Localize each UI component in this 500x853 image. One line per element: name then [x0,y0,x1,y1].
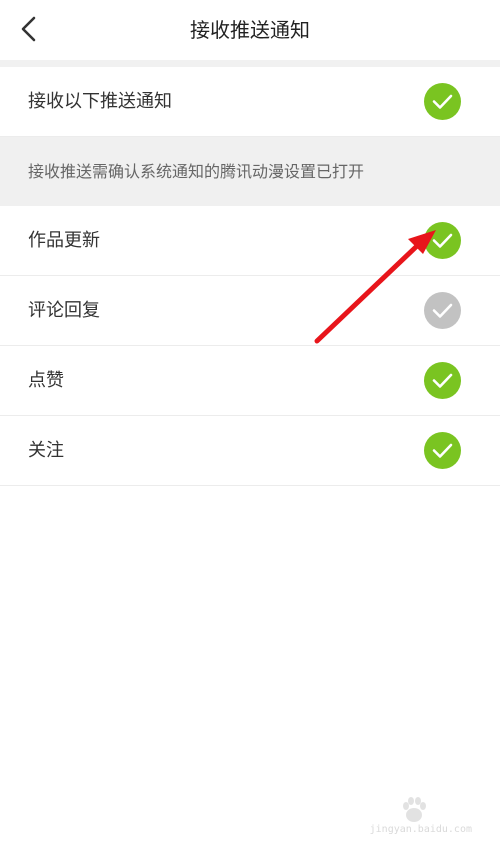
setting-row-likes[interactable]: 点赞 [0,346,500,416]
setting-label: 评论回复 [28,300,100,321]
notice-text: 接收推送需确认系统通知的腾讯动漫设置已打开 [28,162,365,181]
header-bar: 接收推送通知 [0,0,500,60]
check-icon[interactable] [424,362,461,399]
setting-row-follow[interactable]: 关注 [0,416,500,486]
master-toggle-label: 接收以下推送通知 [28,91,172,112]
check-icon[interactable] [424,432,461,469]
setting-label: 作品更新 [28,230,100,251]
check-icon[interactable] [424,292,461,329]
setting-row-works-update[interactable]: 作品更新 [0,206,500,276]
notice-banner: 接收推送需确认系统通知的腾讯动漫设置已打开 [0,137,500,206]
setting-row-comment-reply[interactable]: 评论回复 [0,276,500,346]
watermark-text: jingyan.baidu.com [369,824,472,835]
master-toggle-row[interactable]: 接收以下推送通知 [0,67,500,137]
setting-label: 关注 [28,440,64,461]
page-title: 接收推送通知 [190,18,310,42]
baidu-paw-logo-icon [403,797,426,822]
check-icon[interactable] [424,222,461,259]
header-divider [0,60,500,67]
watermark: jingyan.baidu.com [370,795,472,835]
setting-label: 点赞 [28,370,64,391]
check-icon[interactable] [424,83,461,120]
